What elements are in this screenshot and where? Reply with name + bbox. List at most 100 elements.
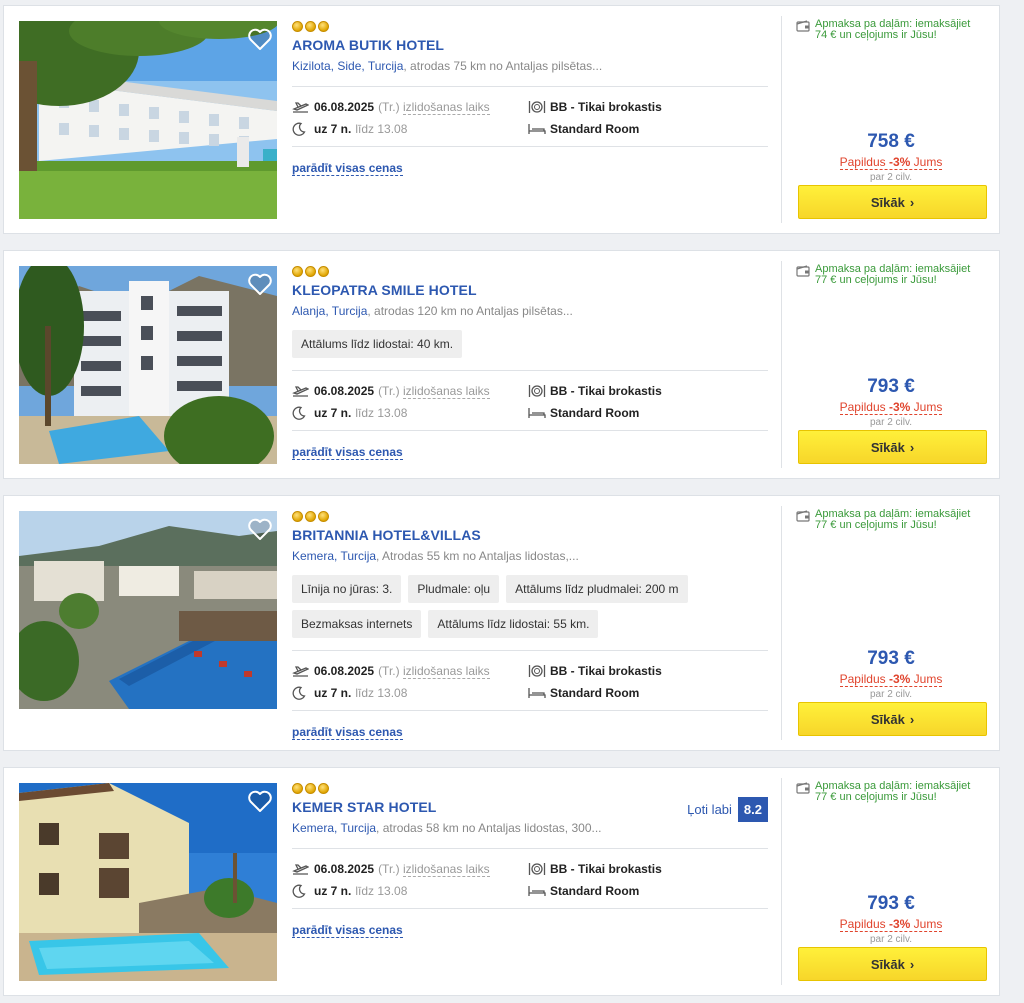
room-type: Standard Room	[550, 686, 640, 700]
hotel-name-link[interactable]: AROMA BUTIK HOTEL	[292, 37, 768, 53]
chevron-right-icon: ›	[909, 956, 915, 972]
installment-line2: 74 € un ceļojums ir Jūsu!	[815, 29, 937, 41]
wallet-icon	[796, 265, 810, 286]
airplane-icon	[292, 101, 314, 114]
airplane-icon	[292, 385, 314, 398]
favorite-button[interactable]	[247, 517, 273, 541]
star-rating	[292, 266, 768, 279]
departure-date: 06.08.2025	[314, 862, 375, 876]
location-link[interactable]: Kizilota, Side, Turcija	[292, 59, 404, 73]
discount-note[interactable]: Papildus -3% Jums	[839, 155, 943, 170]
price: 793 €	[867, 376, 915, 397]
favorite-button[interactable]	[247, 27, 273, 51]
hotel-card: KLEOPATRA SMILE HOTEL Alanja, Turcija, a…	[3, 250, 1000, 479]
details-button[interactable]: Sīkāk ›	[798, 947, 987, 981]
details-button[interactable]: Sīkāk ›	[798, 702, 987, 736]
divider	[292, 908, 768, 909]
show-all-prices-link[interactable]: parādīt visas cenas	[292, 923, 403, 938]
price-panel: Apmaksa pa daļām: iemaksājiet 77 € un ceļ…	[781, 506, 991, 740]
feature-tag: Attālums līdz pludmalei: 200 m	[506, 575, 688, 603]
discount-note[interactable]: Papildus -3% Jums	[839, 400, 943, 415]
bed-icon	[528, 123, 550, 135]
hotel-photo[interactable]	[19, 21, 277, 219]
installment-offer: Apmaksa pa daļām: iemaksājiet 77 € un ceļ…	[796, 509, 970, 531]
location-link[interactable]: Alanja, Turcija	[292, 304, 368, 318]
star-icon	[305, 266, 316, 277]
discount-note[interactable]: Papildus -3% Jums	[839, 672, 943, 687]
nights-count: uz 7 n.	[314, 122, 352, 136]
feature-tag: Bezmaksas internets	[292, 610, 422, 638]
departure-time-link[interactable]: izlidošanas laiks	[402, 100, 490, 115]
return-date: līdz 13.08	[355, 686, 408, 700]
installment-line2: 77 € un ceļojums ir Jūsu!	[815, 519, 937, 531]
board-type: BB - Tikai brokastis	[550, 384, 662, 398]
show-all-prices-link[interactable]: parādīt visas cenas	[292, 725, 403, 740]
departure-weekday: (Tr.)	[378, 100, 400, 114]
board-type: BB - Tikai brokastis	[550, 862, 662, 876]
installment-offer: Apmaksa pa daļām: iemaksājiet 74 € un ceļ…	[796, 19, 970, 41]
board-row: BB - Tikai brokastis	[528, 858, 764, 880]
return-date: līdz 13.08	[355, 406, 408, 420]
star-icon	[292, 266, 303, 277]
star-icon	[318, 266, 329, 277]
bed-icon	[528, 687, 550, 699]
hotel-location: Kizilota, Side, Turcija, atrodas 75 km n…	[292, 59, 768, 73]
hotel-location: Kemera, Turcija, atrodas 58 km no Antalj…	[292, 821, 768, 835]
departure-time-link[interactable]: izlidošanas laiks	[402, 862, 490, 877]
departure-time-link[interactable]: izlidošanas laiks	[402, 664, 490, 679]
feature-tag: Pludmale: oļu	[408, 575, 500, 603]
plate-cutlery-icon	[528, 100, 550, 114]
chevron-right-icon: ›	[909, 194, 915, 210]
return-date: līdz 13.08	[355, 122, 408, 136]
departure-row: 06.08.2025 (Tr.) izlidošanas laiks	[292, 380, 528, 402]
installment-line2: 77 € un ceļojums ir Jūsu!	[815, 791, 937, 803]
location-link[interactable]: Kemera, Turcija	[292, 549, 377, 563]
plate-cutlery-icon	[528, 862, 550, 876]
star-icon	[292, 783, 303, 794]
location-description: , atrodas 75 km no Antaljas pilsētas...	[403, 59, 603, 73]
heart-icon	[248, 28, 272, 50]
hotel-photo[interactable]	[19, 266, 277, 464]
departure-time-link[interactable]: izlidošanas laiks	[402, 384, 490, 399]
heart-icon	[248, 790, 272, 812]
hotel-photo[interactable]	[19, 783, 277, 981]
divider	[292, 146, 768, 147]
show-all-prices-link[interactable]: parādīt visas cenas	[292, 445, 403, 460]
departure-weekday: (Tr.)	[378, 384, 400, 398]
hotel-name-link[interactable]: KLEOPATRA SMILE HOTEL	[292, 282, 768, 298]
departure-row: 06.08.2025 (Tr.) izlidošanas laiks	[292, 858, 528, 880]
feature-tags: Attālums līdz lidostai: 40 km.	[292, 330, 768, 358]
bed-icon	[528, 407, 550, 419]
hotel-name-link[interactable]: BRITANNIA HOTEL&VILLAS	[292, 527, 768, 543]
installment-line2: 77 € un ceļojums ir Jūsu!	[815, 274, 937, 286]
nights-row: uz 7 n. līdz 13.08	[292, 880, 528, 902]
price-block: 793 € Papildus -3% Jums par 2 cilv.	[796, 376, 986, 428]
board-type: BB - Tikai brokastis	[550, 664, 662, 678]
room-type: Standard Room	[550, 122, 640, 136]
moon-icon	[292, 406, 314, 420]
bed-icon	[528, 885, 550, 897]
location-link[interactable]: Kemera, Turcija	[292, 821, 377, 835]
hotel-info: BRITANNIA HOTEL&VILLAS Kemera, Turcija, …	[292, 511, 768, 741]
details-button[interactable]: Sīkāk ›	[798, 430, 987, 464]
price-per-persons: par 2 cilv.	[869, 689, 913, 700]
star-icon	[305, 21, 316, 32]
details-button[interactable]: Sīkāk ›	[798, 185, 987, 219]
favorite-button[interactable]	[247, 789, 273, 813]
hotel-photo[interactable]	[19, 511, 277, 709]
departure-date: 06.08.2025	[314, 384, 375, 398]
favorite-button[interactable]	[247, 272, 273, 296]
show-all-prices-link[interactable]: parādīt visas cenas	[292, 161, 403, 176]
hotel-location: Kemera, Turcija, Atrodas 55 km no Antalj…	[292, 549, 768, 563]
departure-row: 06.08.2025 (Tr.) izlidošanas laiks	[292, 660, 528, 682]
rating-score-badge[interactable]: 8.2	[737, 797, 768, 822]
trip-details: 06.08.2025 (Tr.) izlidošanas laiks uz 7 …	[292, 849, 768, 908]
plate-cutlery-icon	[528, 384, 550, 398]
hotel-photo-image	[19, 511, 277, 709]
board-type: BB - Tikai brokastis	[550, 100, 662, 114]
discount-note[interactable]: Papildus -3% Jums	[839, 917, 943, 932]
divider	[292, 710, 768, 711]
hotel-info: Ļoti labi 8.2 KEMER STAR HOTEL Kemera, T…	[292, 783, 768, 939]
departure-weekday: (Tr.)	[378, 664, 400, 678]
hotel-info: AROMA BUTIK HOTEL Kizilota, Side, Turcij…	[292, 21, 768, 177]
